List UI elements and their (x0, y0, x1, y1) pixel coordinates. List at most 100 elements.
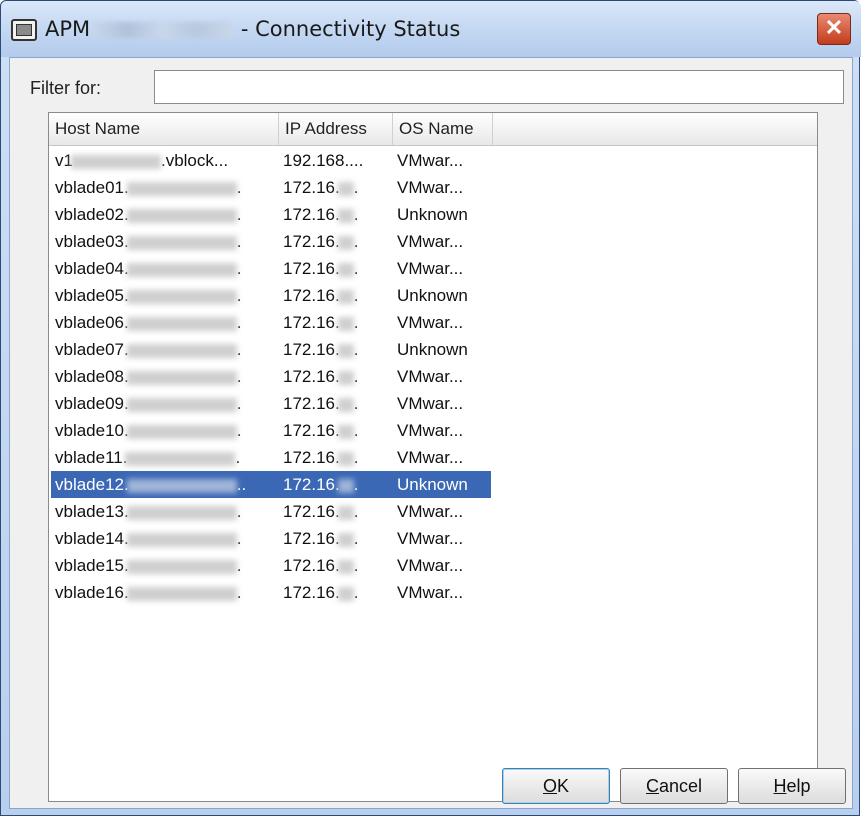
redacted-host-part (126, 343, 237, 358)
host-name-text: vblade14. (55, 529, 129, 548)
close-button[interactable]: ✕ (817, 13, 851, 45)
close-icon: ✕ (824, 15, 844, 40)
host-name-tail: . (236, 259, 242, 278)
host-name-text: vblade10. (55, 421, 129, 440)
ok-button[interactable]: OK (502, 768, 610, 804)
ip-address-cell: 172.16.. (279, 471, 393, 498)
table-row[interactable]: vblade14.. 172.16.. VMwar... (49, 525, 817, 552)
host-name-text: vblade15. (55, 556, 129, 575)
os-name-cell: VMwar... (397, 313, 464, 332)
host-name-tail: .. (236, 475, 247, 494)
table-row[interactable]: v1 .vblock... 192.168.... VMwar... (49, 147, 817, 174)
table-row[interactable]: vblade09.. 172.16.. VMwar... (49, 390, 817, 417)
ip-address-tail: . (353, 394, 359, 413)
host-name-tail: . (235, 448, 241, 467)
ip-address-text: 192.168.... (283, 151, 364, 170)
host-name-cell: vblade14.. (51, 525, 279, 552)
ip-address-text: 172.16. (283, 529, 340, 548)
ip-address-text: 172.16. (283, 394, 340, 413)
table-row[interactable]: vblade10.. 172.16.. VMwar... (49, 417, 817, 444)
host-name-text: vblade08. (55, 367, 129, 386)
ip-address-text: 172.16. (283, 583, 340, 602)
ip-address-text: 172.16. (283, 205, 340, 224)
host-name-cell: vblade05.. (51, 282, 279, 309)
table-row[interactable]: vblade07.. 172.16.. Unknown (49, 336, 817, 363)
table-row[interactable]: vblade11.. 172.16.. VMwar... (49, 444, 817, 471)
host-name-text: vblade07. (55, 340, 129, 359)
redacted-host-part (126, 478, 237, 493)
ip-address-cell: 172.16.. (279, 255, 393, 282)
list-header: Host Name IP Address OS Name (49, 113, 817, 146)
table-row[interactable]: vblade06.. 172.16.. VMwar... (49, 309, 817, 336)
window-title: APM - Connectivity Status (45, 17, 460, 41)
host-name-text: vblade05. (55, 286, 129, 305)
ip-address-cell: 172.16.. (279, 228, 393, 255)
host-name-tail: . (236, 502, 242, 521)
redacted-host-part (126, 532, 237, 547)
table-row[interactable]: vblade12... 172.16.. Unknown (49, 471, 817, 498)
column-header-ip-address[interactable]: IP Address (279, 113, 393, 145)
ip-address-tail: . (353, 475, 359, 494)
ip-address-text: 172.16. (283, 178, 340, 197)
host-name-text: vblade01. (55, 178, 129, 197)
host-name-cell: vblade02.. (51, 201, 279, 228)
ip-address-text: 172.16. (283, 475, 340, 494)
ip-address-tail: . (353, 205, 359, 224)
ip-address-text: 172.16. (283, 340, 340, 359)
column-header-os-name[interactable]: OS Name (393, 113, 493, 145)
redacted-host-part (126, 262, 237, 277)
os-name-cell: Unknown (393, 471, 491, 498)
table-row[interactable]: vblade15.. 172.16.. VMwar... (49, 552, 817, 579)
host-name-tail: . (236, 394, 242, 413)
filter-label: Filter for: (30, 78, 102, 98)
redacted-ip-part (337, 235, 354, 250)
os-name-cell: VMwar... (397, 421, 464, 440)
host-name-tail: . (236, 529, 242, 548)
host-name-text: vblade04. (55, 259, 129, 278)
column-header-host-name[interactable]: Host Name (49, 113, 279, 145)
ip-address-cell: 172.16.. (279, 336, 393, 363)
os-name-cell: VMwar... (397, 583, 464, 602)
os-name-cell: VMwar... (397, 529, 464, 548)
cancel-mnemonic: C (645, 776, 659, 796)
os-name-cell: VMwar... (397, 394, 464, 413)
redacted-host-part (126, 397, 237, 412)
ip-address-text: 172.16. (283, 502, 340, 521)
title-bar[interactable]: APM - Connectivity Status ✕ (1, 1, 861, 57)
cancel-button[interactable]: Cancel (620, 768, 728, 804)
ip-address-cell: 172.16.. (279, 309, 393, 336)
host-name-cell: vblade03.. (51, 228, 279, 255)
host-name-tail: . (236, 232, 242, 251)
table-row[interactable]: vblade01.. 172.16.. VMwar... (49, 174, 817, 201)
help-mnemonic: H (773, 776, 787, 796)
filter-input[interactable] (154, 70, 844, 104)
host-list[interactable]: Host Name IP Address OS Name v1 .vblock..… (48, 112, 818, 802)
host-name-cell: vblade12... (51, 471, 279, 498)
redacted-ip-part (337, 262, 354, 277)
redacted-title-part (92, 22, 233, 38)
host-name-cell: vblade13.. (51, 498, 279, 525)
redacted-host-part (70, 154, 161, 169)
host-name-text: vblade16. (55, 583, 129, 602)
table-row[interactable]: vblade16.. 172.16.. VMwar... (49, 579, 817, 606)
table-row[interactable]: vblade03.. 172.16.. VMwar... (49, 228, 817, 255)
table-row[interactable]: vblade13.. 172.16.. VMwar... (49, 498, 817, 525)
help-button[interactable]: Help (738, 768, 846, 804)
host-name-cell: vblade04.. (51, 255, 279, 282)
host-name-text: vblade13. (55, 502, 129, 521)
table-row[interactable]: vblade05.. 172.16.. Unknown (49, 282, 817, 309)
host-name-cell: v1 .vblock... (51, 147, 279, 174)
ip-address-tail: . (353, 529, 359, 548)
table-row[interactable]: vblade02.. 172.16.. Unknown (49, 201, 817, 228)
host-name-cell: vblade08.. (51, 363, 279, 390)
app-window-icon (11, 19, 37, 41)
table-row[interactable]: vblade08.. 172.16.. VMwar... (49, 363, 817, 390)
host-name-tail: . (236, 340, 242, 359)
redacted-ip-part (337, 208, 354, 223)
host-name-cell: vblade10.. (51, 417, 279, 444)
os-name-cell: VMwar... (397, 448, 464, 467)
os-name-cell: VMwar... (397, 232, 464, 251)
host-name-text: vblade03. (55, 232, 129, 251)
table-row[interactable]: vblade04.. 172.16.. VMwar... (49, 255, 817, 282)
host-name-tail: . (236, 313, 242, 332)
